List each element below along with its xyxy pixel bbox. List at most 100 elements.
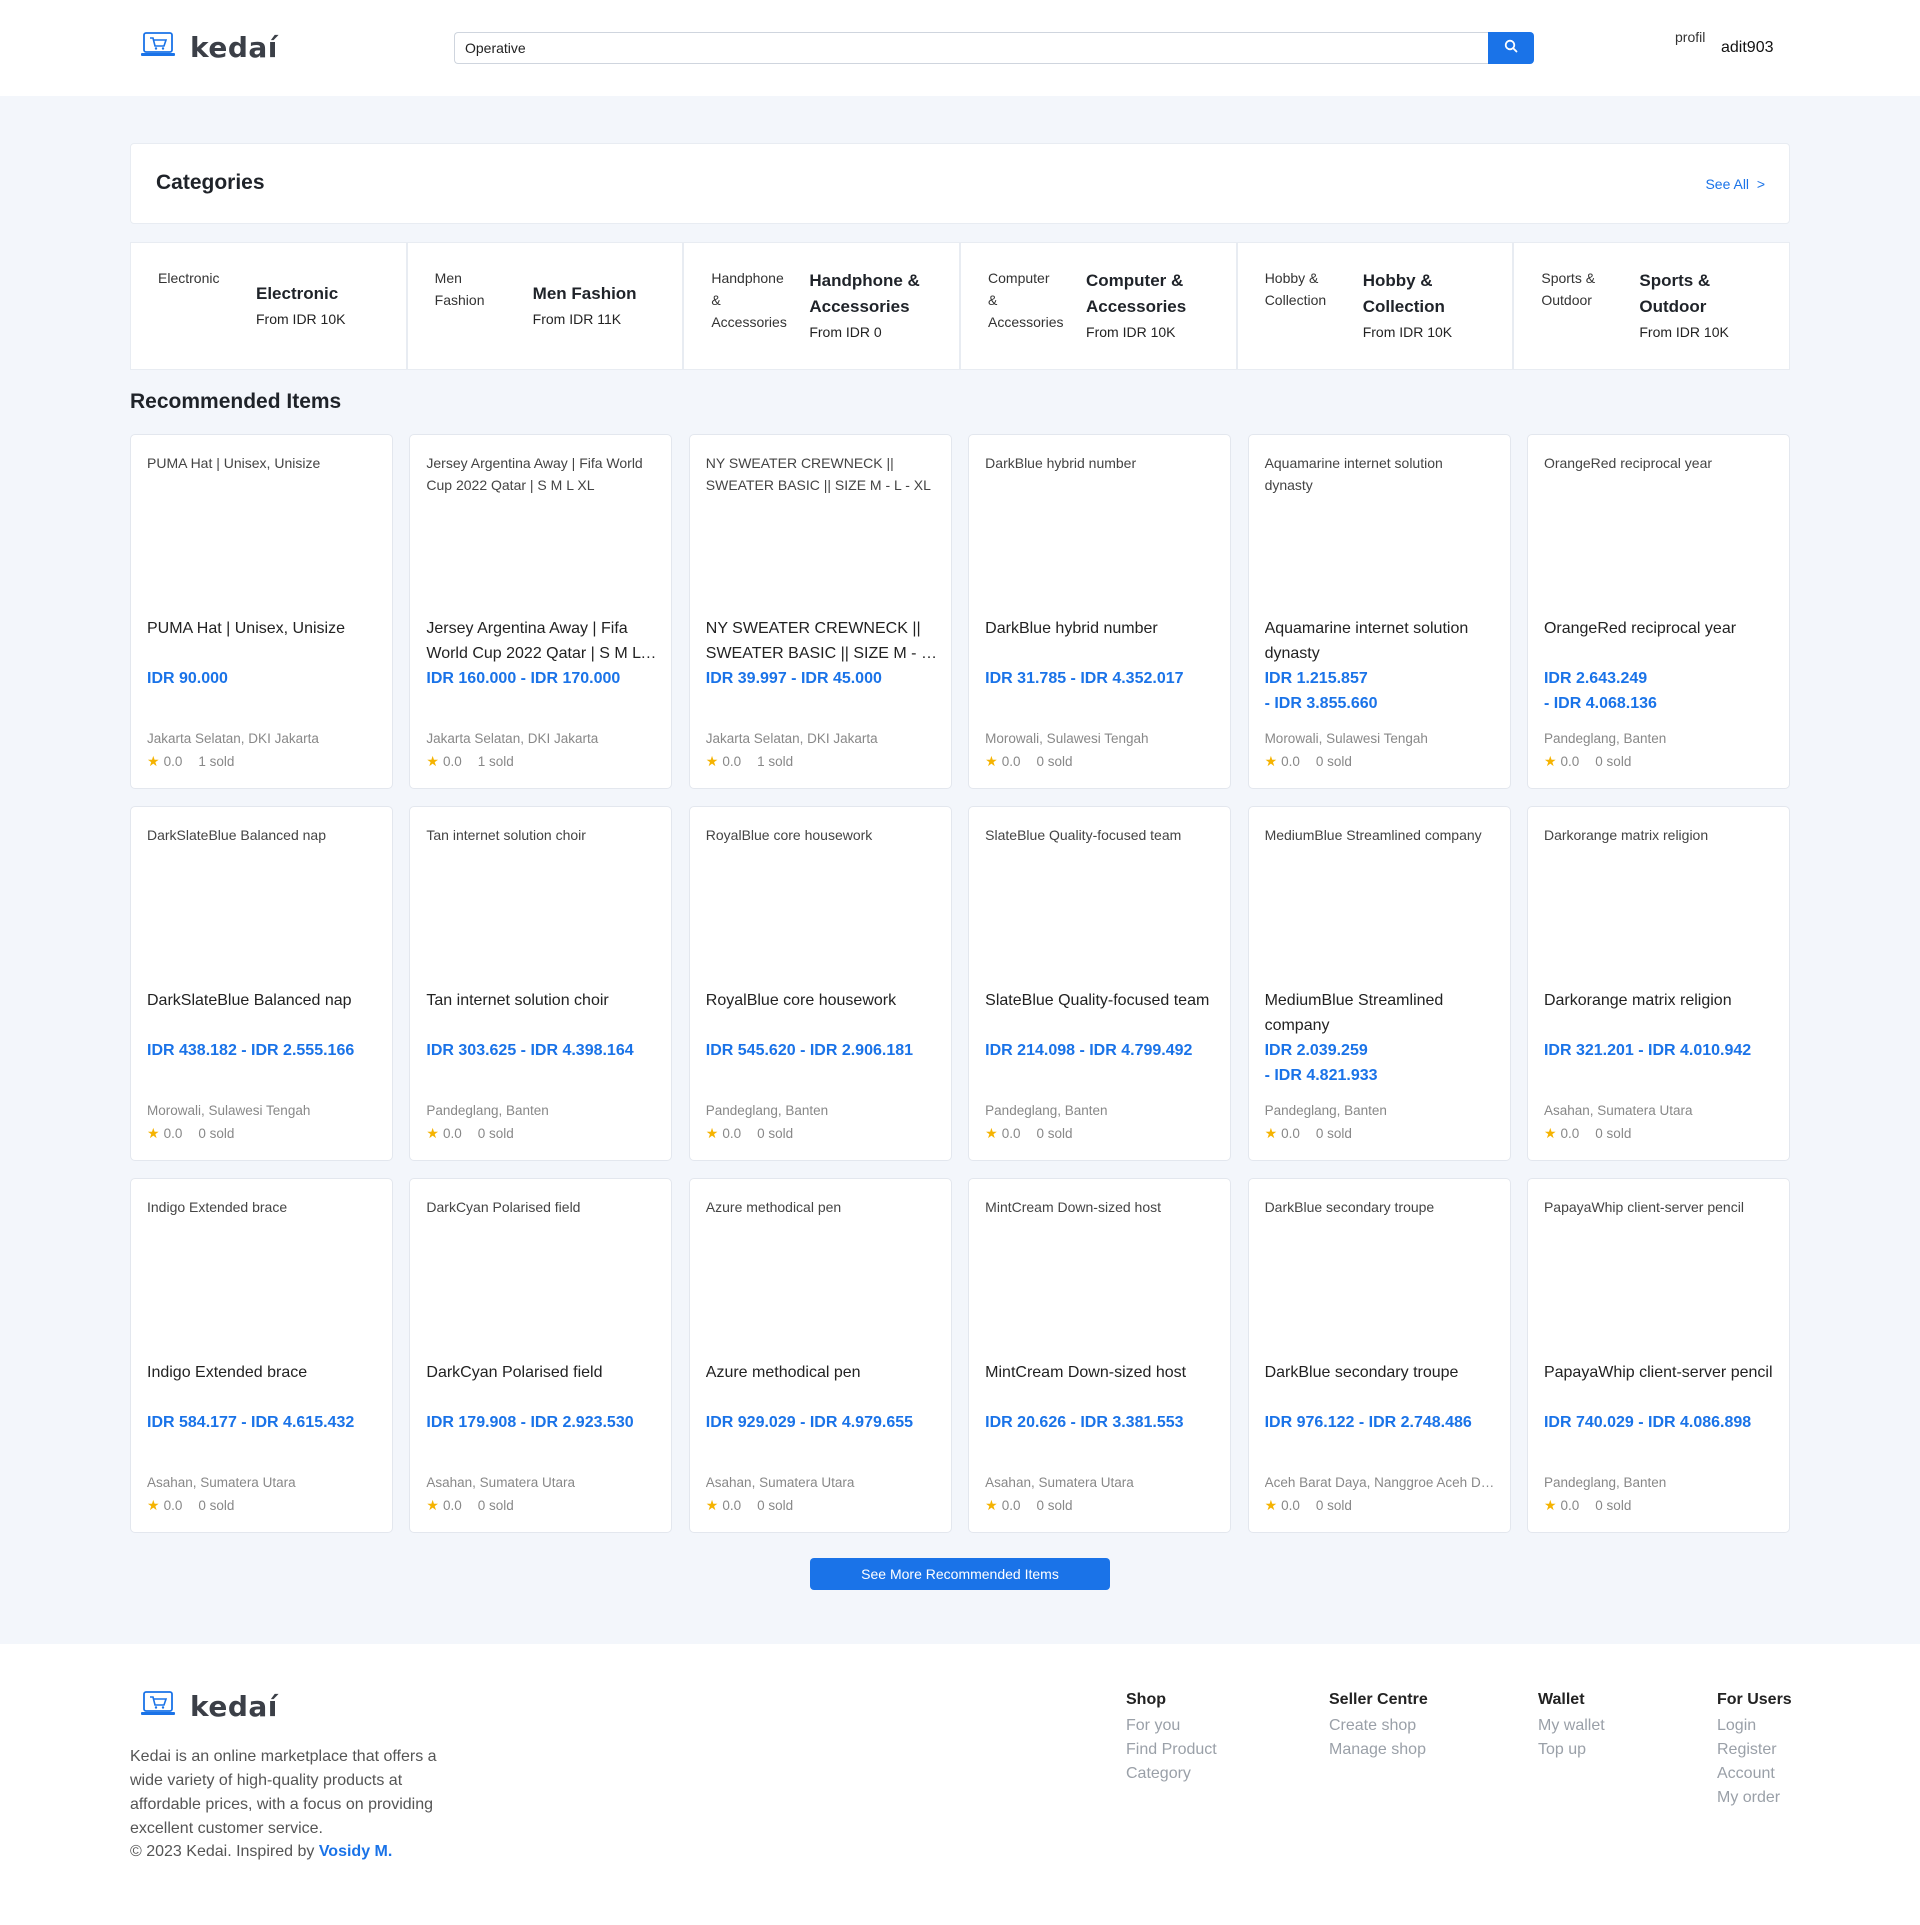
product-sold: 0 sold bbox=[757, 1126, 794, 1141]
star-icon: ★ bbox=[1264, 753, 1278, 769]
category-sports-outdoor[interactable]: Sports & Outdoor Sports & Outdoor From I… bbox=[1513, 242, 1791, 370]
footer-link[interactable]: For you bbox=[1126, 1714, 1217, 1738]
category-name: Sports & Outdoor bbox=[1639, 271, 1711, 316]
product-location: Jakarta Selatan, DKI Jakarta bbox=[705, 731, 878, 746]
product-meta: ★ 0.0 0 sold bbox=[1265, 1125, 1352, 1142]
footer-link[interactable]: Category bbox=[1126, 1762, 1217, 1786]
product-location: Pandeglang, Banten bbox=[1543, 1475, 1667, 1490]
product-name: OrangeRed reciprocal year bbox=[1543, 620, 1737, 637]
footer-link[interactable]: Find Product bbox=[1126, 1738, 1217, 1762]
product-card[interactable]: Tan internet solution choir Tan internet… bbox=[409, 806, 673, 1161]
product-name: DarkBlue secondary troupe bbox=[1264, 1364, 1459, 1381]
footer-col-for-users: For Users Login Register Account My orde… bbox=[1717, 1690, 1792, 1810]
category-electronic[interactable]: Electronic Electronic From IDR 10K bbox=[130, 242, 407, 370]
avatar[interactable]: profil bbox=[1675, 30, 1713, 66]
product-card[interactable]: SlateBlue Quality-focused team SlateBlue… bbox=[968, 806, 1232, 1161]
profile-menu[interactable]: profil adit903 bbox=[1675, 30, 1774, 66]
product-location: Pandeglang, Banten bbox=[985, 1103, 1108, 1118]
product-rating: 0.0 bbox=[442, 754, 462, 769]
product-meta: ★ 0.0 0 sold bbox=[706, 1497, 793, 1514]
product-image: PUMA Hat | Unisex, Unisize bbox=[147, 455, 321, 471]
product-image: RoyalBlue core housework bbox=[705, 827, 873, 843]
footer-logo[interactable]: kedaí bbox=[140, 1689, 278, 1724]
category-image: Sports & Outdoor bbox=[1541, 270, 1596, 308]
product-location: Asahan, Sumatera Utara bbox=[426, 1475, 575, 1490]
inspired-by-link[interactable]: Vosidy M. bbox=[319, 1843, 393, 1860]
product-card[interactable]: RoyalBlue core housework RoyalBlue core … bbox=[688, 806, 952, 1161]
product-card[interactable]: OrangeRed reciprocal year OrangeRed reci… bbox=[1526, 434, 1790, 789]
product-card[interactable]: Azure methodical pen Azure methodical pe… bbox=[688, 1178, 952, 1533]
product-price: IDR 1.215.857 - IDR 3.855.660 bbox=[1264, 670, 1378, 712]
product-card[interactable]: Jersey Argentina Away | Fifa World Cup 2… bbox=[409, 434, 673, 789]
product-rating: 0.0 bbox=[1001, 1126, 1021, 1141]
product-card[interactable]: Aquamarine internet solution dynasty Aqu… bbox=[1247, 434, 1511, 789]
product-card[interactable]: DarkSlateBlue Balanced nap DarkSlateBlue… bbox=[130, 806, 393, 1161]
product-name: PUMA Hat | Unisex, Unisize bbox=[147, 620, 345, 637]
see-all-link[interactable]: See All > bbox=[1705, 176, 1765, 192]
product-card[interactable]: PapayaWhip client-server pencil PapayaWh… bbox=[1526, 1178, 1790, 1533]
footer-link[interactable]: Top up bbox=[1538, 1738, 1605, 1762]
footer-col-title: Seller Centre bbox=[1329, 1691, 1428, 1708]
product-location: Morowali, Sulawesi Tengah bbox=[985, 731, 1149, 746]
footer-link[interactable]: My wallet bbox=[1538, 1714, 1605, 1738]
product-card[interactable]: MediumBlue Streamlined company MediumBlu… bbox=[1247, 806, 1511, 1161]
product-price: IDR 179.908 - IDR 2.923.530 bbox=[426, 1414, 634, 1431]
category-from-price: From IDR 10K bbox=[1086, 324, 1176, 340]
product-card[interactable]: DarkBlue hybrid number DarkBlue hybrid n… bbox=[968, 434, 1232, 789]
product-card[interactable]: DarkCyan Polarised field DarkCyan Polari… bbox=[409, 1178, 673, 1533]
search-input[interactable] bbox=[454, 32, 1488, 64]
category-from-price: From IDR 0 bbox=[809, 324, 882, 340]
footer-link[interactable]: Manage shop bbox=[1329, 1738, 1428, 1762]
product-price: IDR 90.000 bbox=[147, 670, 228, 687]
product-sold: 0 sold bbox=[1595, 1126, 1632, 1141]
product-card[interactable]: DarkBlue secondary troupe DarkBlue secon… bbox=[1247, 1178, 1511, 1533]
product-price: IDR 2.643.249 - IDR 4.068.136 bbox=[1543, 670, 1657, 712]
category-handphone-accessories[interactable]: Handphone & Accessories Handphone & Acce… bbox=[683, 242, 961, 370]
product-meta: ★ 0.0 0 sold bbox=[985, 1497, 1072, 1514]
product-card[interactable]: Indigo Extended brace Indigo Extended br… bbox=[130, 1178, 393, 1533]
footer-link[interactable]: Account bbox=[1717, 1762, 1792, 1786]
see-more-button[interactable]: See More Recommended Items bbox=[810, 1558, 1110, 1590]
username[interactable]: adit903 bbox=[1721, 39, 1774, 57]
product-rating: 0.0 bbox=[1281, 1498, 1300, 1513]
product-sold: 0 sold bbox=[1315, 754, 1352, 769]
category-list: Electronic Electronic From IDR 10K Men F… bbox=[130, 242, 1791, 370]
logo[interactable]: kedaí bbox=[140, 30, 278, 65]
product-image: DarkSlateBlue Balanced nap bbox=[147, 827, 327, 843]
product-meta: ★ 0.0 0 sold bbox=[147, 1125, 234, 1142]
category-from-price: From IDR 10K bbox=[256, 311, 346, 327]
star-icon: ★ bbox=[705, 1125, 719, 1141]
star-icon: ★ bbox=[1543, 1125, 1557, 1141]
product-card[interactable]: PUMA Hat | Unisex, Unisize PUMA Hat | Un… bbox=[130, 434, 393, 789]
product-image: PapayaWhip client-server pencil bbox=[1543, 1199, 1744, 1215]
categories-header: Categories See All > bbox=[130, 143, 1790, 224]
product-location: Jakarta Selatan, DKI Jakarta bbox=[426, 731, 599, 746]
star-icon: ★ bbox=[1264, 1497, 1278, 1513]
footer-link[interactable]: Create shop bbox=[1329, 1714, 1428, 1738]
category-name: Computer & Accessories bbox=[1086, 271, 1187, 316]
header: kedaí profil adit903 bbox=[0, 0, 1920, 96]
category-computer-accessories[interactable]: Computer & Accessories Computer & Access… bbox=[960, 242, 1237, 370]
product-rating: 0.0 bbox=[722, 754, 742, 769]
footer-link[interactable]: Login bbox=[1717, 1714, 1792, 1738]
product-card[interactable]: NY SWEATER CREWNECK || SWEATER BASIC || … bbox=[688, 434, 952, 789]
category-from-price: From IDR 10K bbox=[1362, 324, 1453, 340]
product-meta: ★ 0.0 0 sold bbox=[706, 1125, 793, 1142]
search-button[interactable] bbox=[1488, 32, 1534, 64]
product-card[interactable]: MintCream Down-sized host MintCream Down… bbox=[968, 1178, 1232, 1533]
product-location: Jakarta Selatan, DKI Jakarta bbox=[147, 731, 319, 746]
product-location: Pandeglang, Banten bbox=[426, 1103, 549, 1118]
product-card[interactable]: Darkorange matrix religion Darkorange ma… bbox=[1526, 806, 1790, 1161]
product-image: OrangeRed reciprocal year bbox=[1543, 455, 1713, 471]
product-name: NY SWEATER CREWNECK || SWEATER BASIC || … bbox=[705, 620, 930, 662]
category-hobby-collection[interactable]: Hobby & Collection Hobby & Collection Fr… bbox=[1236, 242, 1514, 370]
footer-link[interactable]: Register bbox=[1717, 1738, 1792, 1762]
star-icon: ★ bbox=[147, 1497, 160, 1513]
product-rating: 0.0 bbox=[722, 1498, 742, 1513]
product-sold: 0 sold bbox=[1595, 1498, 1632, 1513]
product-price: IDR 545.620 - IDR 2.906.181 bbox=[705, 1042, 914, 1059]
category-men-fashion[interactable]: Men Fashion Men Fashion From IDR 11K bbox=[406, 242, 684, 370]
footer-link[interactable]: My order bbox=[1717, 1786, 1792, 1810]
star-icon: ★ bbox=[705, 753, 719, 769]
product-name: Indigo Extended brace bbox=[147, 1364, 308, 1381]
